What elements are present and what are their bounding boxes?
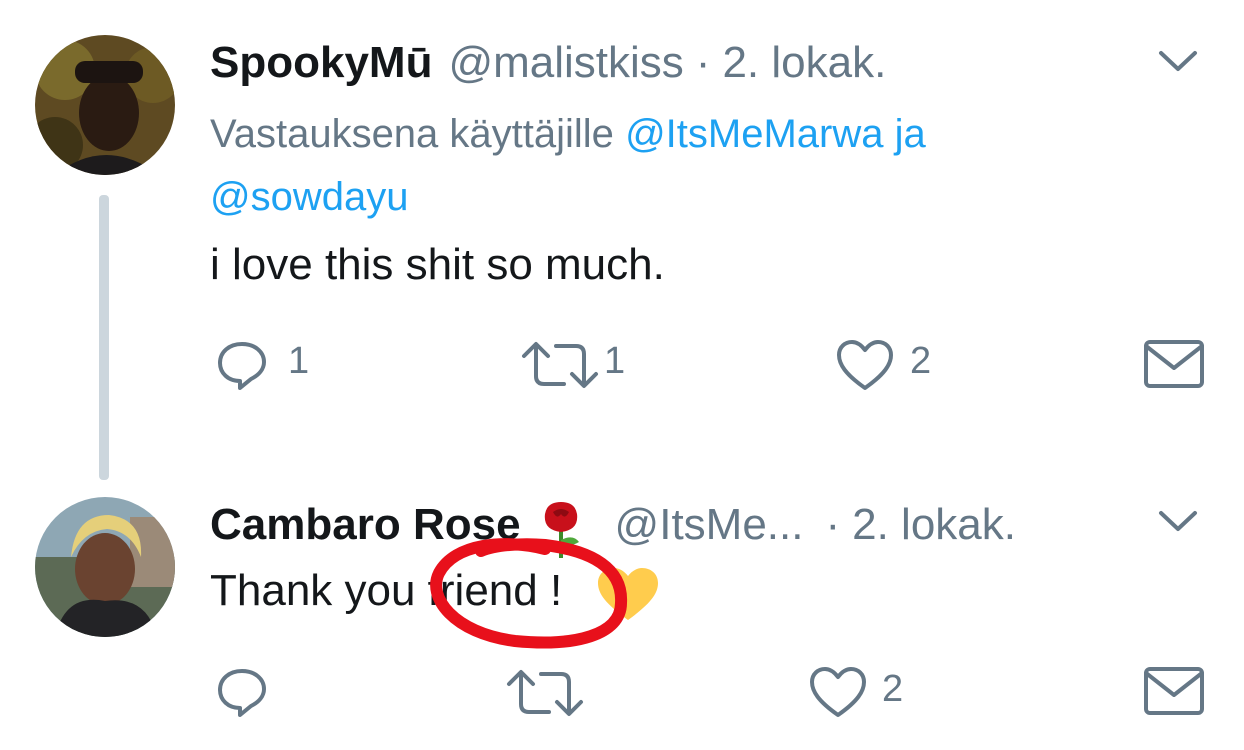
thread-line xyxy=(99,195,109,480)
mention-link[interactable]: @ItsMeMarwa xyxy=(625,112,883,156)
retweet-icon[interactable] xyxy=(520,340,600,390)
replying-prefix: Vastauksena käyttäjille xyxy=(210,112,614,156)
reply-count: 1 xyxy=(288,340,310,382)
tweet-date[interactable]: 2. lokak. xyxy=(722,38,886,88)
like-count: 2 xyxy=(882,668,904,710)
user-handle[interactable]: @ItsMe... xyxy=(615,500,804,550)
avatar[interactable] xyxy=(35,497,175,637)
retweet-icon[interactable] xyxy=(505,668,585,718)
replying-to-line-2: @sowdayu xyxy=(210,175,408,220)
message-icon[interactable] xyxy=(1142,665,1206,717)
reply-icon[interactable] xyxy=(215,665,269,719)
separator: · xyxy=(825,500,841,549)
like-count: 2 xyxy=(910,340,932,382)
chevron-down-icon[interactable] xyxy=(1155,505,1201,535)
tweet-date[interactable]: 2. lokak. xyxy=(852,500,1016,550)
reply-icon[interactable] xyxy=(215,338,269,392)
retweet-count: 1 xyxy=(604,340,626,382)
chevron-down-icon[interactable] xyxy=(1155,45,1201,75)
message-icon[interactable] xyxy=(1142,338,1206,390)
like-icon[interactable] xyxy=(835,338,895,392)
annotation-circle xyxy=(430,538,628,649)
like-icon[interactable] xyxy=(808,665,868,719)
user-name[interactable]: SpookyMū xyxy=(210,38,432,88)
replying-to: Vastauksena käyttäjille @ItsMeMarwa ja xyxy=(210,112,926,157)
conjunction: ja xyxy=(894,112,926,156)
user-handle[interactable]: @malistkiss xyxy=(448,38,683,88)
mention-link[interactable]: @sowdayu xyxy=(210,175,408,219)
separator: · xyxy=(695,38,711,87)
avatar[interactable] xyxy=(35,35,175,175)
tweet-text: i love this shit so much. xyxy=(210,240,665,289)
tweet-1-header: SpookyMū @malistkiss · 2. lokak. xyxy=(210,38,886,88)
